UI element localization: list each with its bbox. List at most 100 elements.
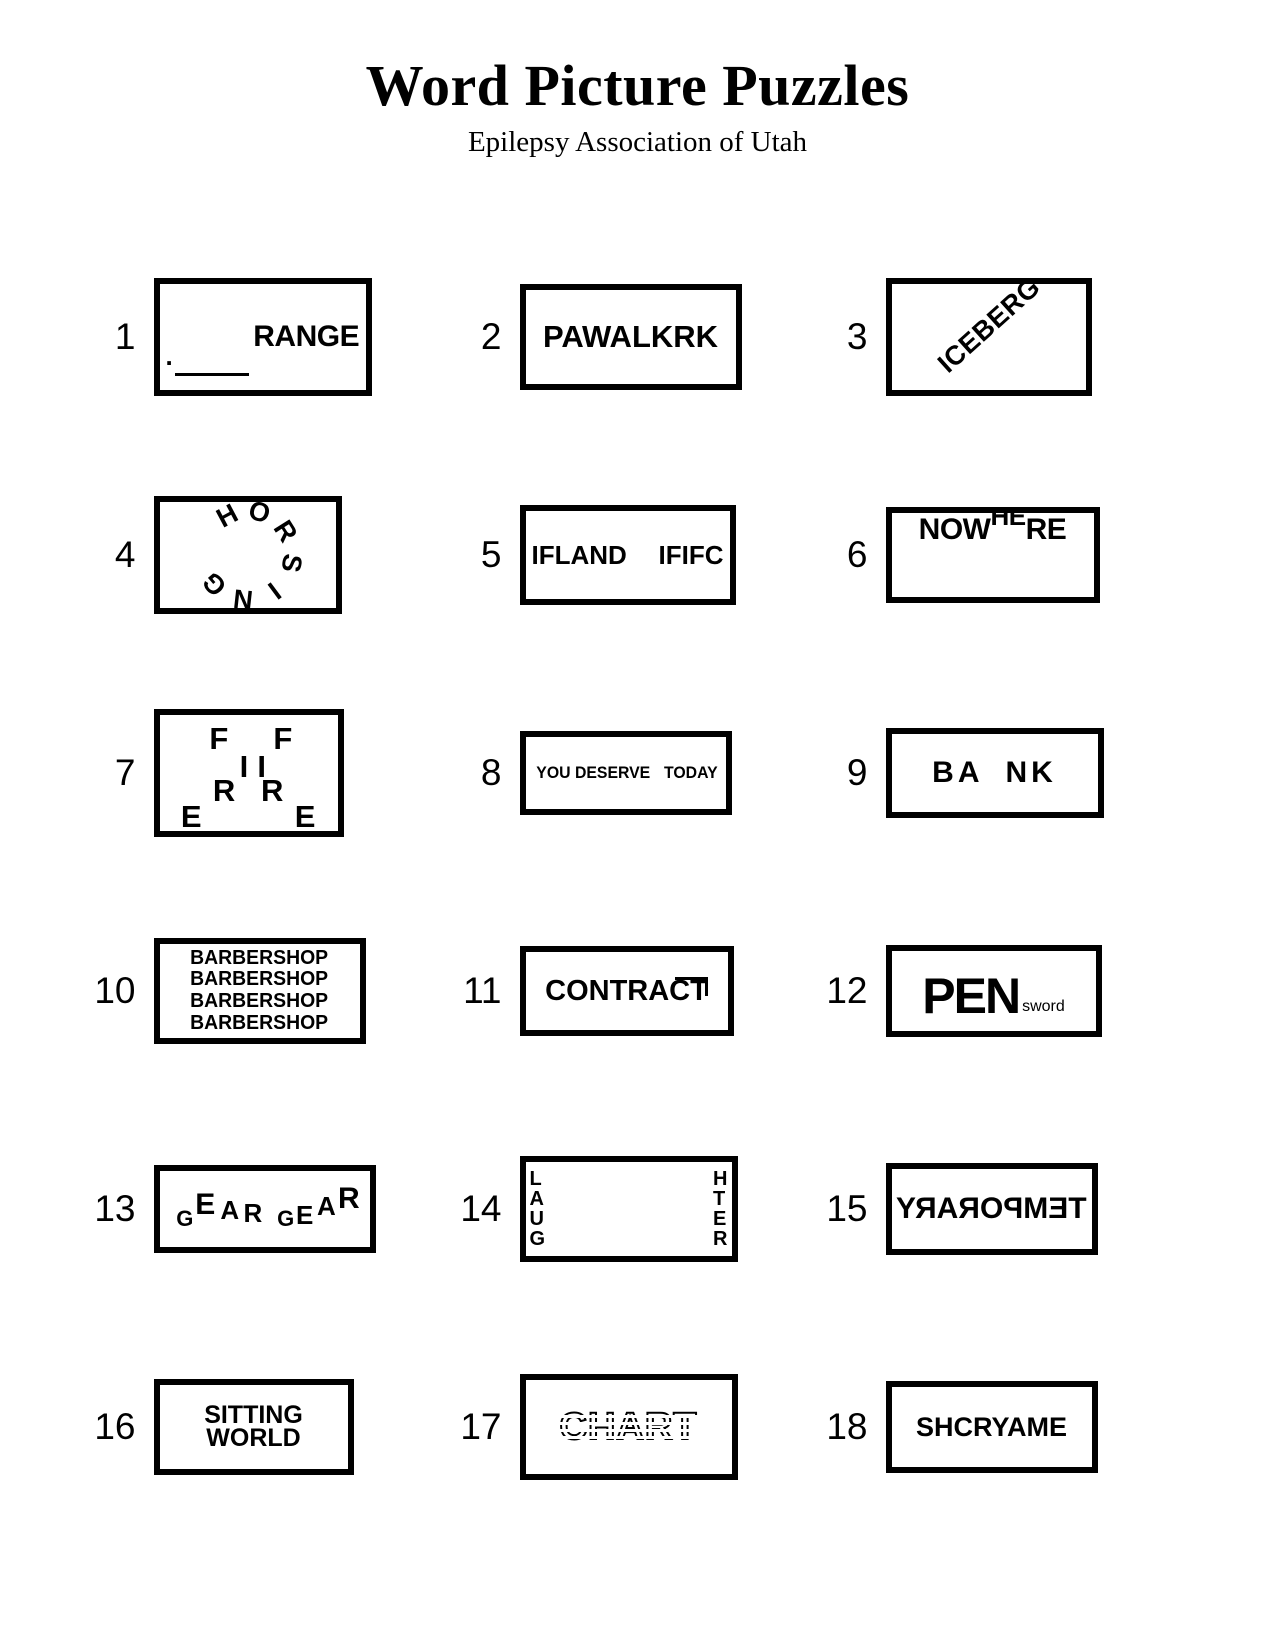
puzzle-text-left: BA <box>932 756 984 789</box>
scattered-letter: I <box>239 749 249 784</box>
puzzle-text-right: NK <box>1005 756 1057 789</box>
puzzle-box-14[interactable]: L A U G H T E R <box>519 1156 738 1262</box>
vertical-letter: T <box>713 1188 726 1210</box>
scattered-letter: E <box>180 799 202 834</box>
circle-letter: O <box>244 496 273 530</box>
puzzle-cell: 7 F F I I R R E E <box>88 664 454 882</box>
puzzle-number: 7 <box>114 752 136 793</box>
puzzle-number: 2 <box>480 316 502 357</box>
puzzle-box-1[interactable]: . RANGE <box>153 278 372 396</box>
scattered-letter: F <box>209 721 229 756</box>
scattered-letter: R <box>212 773 236 808</box>
puzzle-text-left: YOU DESERVE <box>535 763 650 782</box>
puzzle-cell: 16 SITTING WORLD <box>88 1318 454 1536</box>
puzzle-row: 4 H O R S I N G 5 IFLAND IFIFC 6 NOW HE … <box>88 446 1188 664</box>
puzzle-cell: 18 SHCRYAME <box>820 1318 1186 1536</box>
puzzle-text-left: NOW <box>918 513 991 546</box>
wavy-letter: A <box>317 1190 336 1221</box>
vertical-letter: U <box>529 1208 544 1230</box>
vertical-word-left: L A U G <box>530 1162 546 1256</box>
scattered-letter: F <box>273 721 293 756</box>
puzzle-number: 12 <box>826 970 868 1011</box>
puzzle-text-right: TODAY <box>663 763 718 782</box>
page-title: Word Picture Puzzles <box>365 53 910 118</box>
wavy-letter: A <box>220 1195 240 1226</box>
worksheet-page: Word Picture Puzzles Epilepsy Associatio… <box>0 0 1275 1650</box>
puzzle-box-17[interactable]: CHART <box>519 1374 738 1480</box>
scattered-letter: R <box>260 773 284 808</box>
repeated-line: BARBERSHOP <box>190 990 329 1012</box>
puzzle-box-6[interactable]: NOW HE RE <box>885 507 1100 603</box>
puzzle-text-left: IFLAND <box>531 539 627 570</box>
puzzle-cell: 4 H O R S I N G <box>88 446 454 664</box>
puzzle-box-13[interactable]: G E A R G E A R <box>153 1165 376 1253</box>
puzzle-text: SHCRYAME <box>915 1411 1068 1442</box>
puzzle-text: TEMPORARY <box>896 1192 1087 1225</box>
puzzle-box-12[interactable]: PEN sword <box>885 945 1102 1037</box>
puzzle-grid: 1 . RANGE 2 PAWALKRK 3 ICEBERG 4 H O R S… <box>0 228 1275 1536</box>
puzzle-text-raised: HE <box>990 507 1027 531</box>
puzzle-number: 8 <box>480 752 502 793</box>
puzzle-number: 9 <box>846 752 868 793</box>
puzzle-row: 10 BARBERSHOP BARBERSHOP BARBERSHOP BARB… <box>88 882 1188 1100</box>
repeated-line: BARBERSHOP <box>190 1011 329 1034</box>
puzzle-cell: 3 ICEBERG <box>820 228 1186 446</box>
puzzle-number: 14 <box>460 1188 502 1229</box>
puzzle-number: 10 <box>94 970 136 1011</box>
puzzle-box-9[interactable]: BA NK <box>885 728 1104 818</box>
vertical-letter: A <box>529 1188 544 1210</box>
puzzle-cell: 10 BARBERSHOP BARBERSHOP BARBERSHOP BARB… <box>88 882 454 1100</box>
puzzle-cell: 1 . RANGE <box>88 228 454 446</box>
puzzle-box-3[interactable]: ICEBERG <box>885 278 1092 396</box>
puzzle-box-5[interactable]: IFLAND IFIFC <box>519 505 736 605</box>
vertical-letter: R <box>713 1228 728 1250</box>
puzzle-cell: 9 BA NK <box>820 664 1186 882</box>
puzzle-text: RANGE <box>253 320 360 353</box>
wavy-letter: G <box>176 1205 194 1231</box>
puzzle-cell: 17 CHART <box>454 1318 820 1536</box>
vertical-letter: L <box>529 1168 542 1190</box>
puzzle-dot: . <box>165 341 173 371</box>
puzzle-box-7[interactable]: F F I I R R E E <box>153 709 344 837</box>
puzzle-box-11[interactable]: CONTRACT <box>519 946 734 1036</box>
puzzle-box-8[interactable]: YOU DESERVE TODAY <box>519 731 732 815</box>
puzzle-box-10[interactable]: BARBERSHOP BARBERSHOP BARBERSHOP BARBERS… <box>153 938 366 1044</box>
puzzle-row: 16 SITTING WORLD 17 CHART 18 SHCRYAME <box>88 1318 1188 1536</box>
overline-mark <box>674 976 708 996</box>
puzzle-number: 6 <box>846 534 868 575</box>
puzzle-cell: 15 TEMPORARY <box>820 1100 1186 1318</box>
puzzle-cell: 13 G E A R G E A R <box>88 1100 454 1318</box>
circle-letter: I <box>262 576 286 606</box>
puzzle-row: 13 G E A R G E A R 14 L A U G H T E R 15… <box>88 1100 1188 1318</box>
puzzle-number: 3 <box>846 316 868 357</box>
puzzle-box-4[interactable]: H O R S I N G <box>153 496 342 614</box>
circle-letter: R <box>267 514 304 548</box>
puzzle-box-2[interactable]: PAWALKRK <box>519 284 742 390</box>
puzzle-box-15[interactable]: TEMPORARY <box>885 1163 1098 1255</box>
puzzle-box-16[interactable]: SITTING WORLD <box>153 1379 354 1475</box>
puzzle-text-small: sword <box>1022 998 1065 1015</box>
puzzle-text-right: RE <box>1025 513 1067 546</box>
scattered-letter: E <box>294 799 316 834</box>
puzzle-box-18[interactable]: SHCRYAME <box>885 1381 1098 1473</box>
puzzle-text: CONTRACT <box>545 974 708 1007</box>
puzzle-cell: 2 PAWALKRK <box>454 228 820 446</box>
repeated-line: BARBERSHOP <box>190 946 329 969</box>
puzzle-number: 11 <box>463 970 502 1011</box>
circle-letter: S <box>274 551 308 575</box>
wavy-letter: R <box>243 1198 263 1229</box>
circular-word: H O R S I N G <box>193 502 308 608</box>
puzzle-cell: 12 PEN sword <box>820 882 1186 1100</box>
puzzle-cell: 8 YOU DESERVE TODAY <box>454 664 820 882</box>
puzzle-cell: 6 NOW HE RE <box>820 446 1186 664</box>
circle-letter: N <box>231 583 254 614</box>
puzzle-row: 7 F F I I R R E E 8 YOU DESERVE TODAY 9 … <box>88 664 1188 882</box>
wavy-letter: R <box>338 1181 360 1215</box>
puzzle-cell: 11 CONTRACT <box>454 882 820 1100</box>
wavy-letter: E <box>296 1199 314 1230</box>
puzzle-cell: 5 IFLAND IFIFC <box>454 446 820 664</box>
puzzle-cell: 14 L A U G H T E R <box>454 1100 820 1318</box>
vertical-letter: G <box>529 1228 546 1250</box>
vertical-letter: H <box>713 1168 728 1190</box>
puzzle-number: 5 <box>480 534 502 575</box>
